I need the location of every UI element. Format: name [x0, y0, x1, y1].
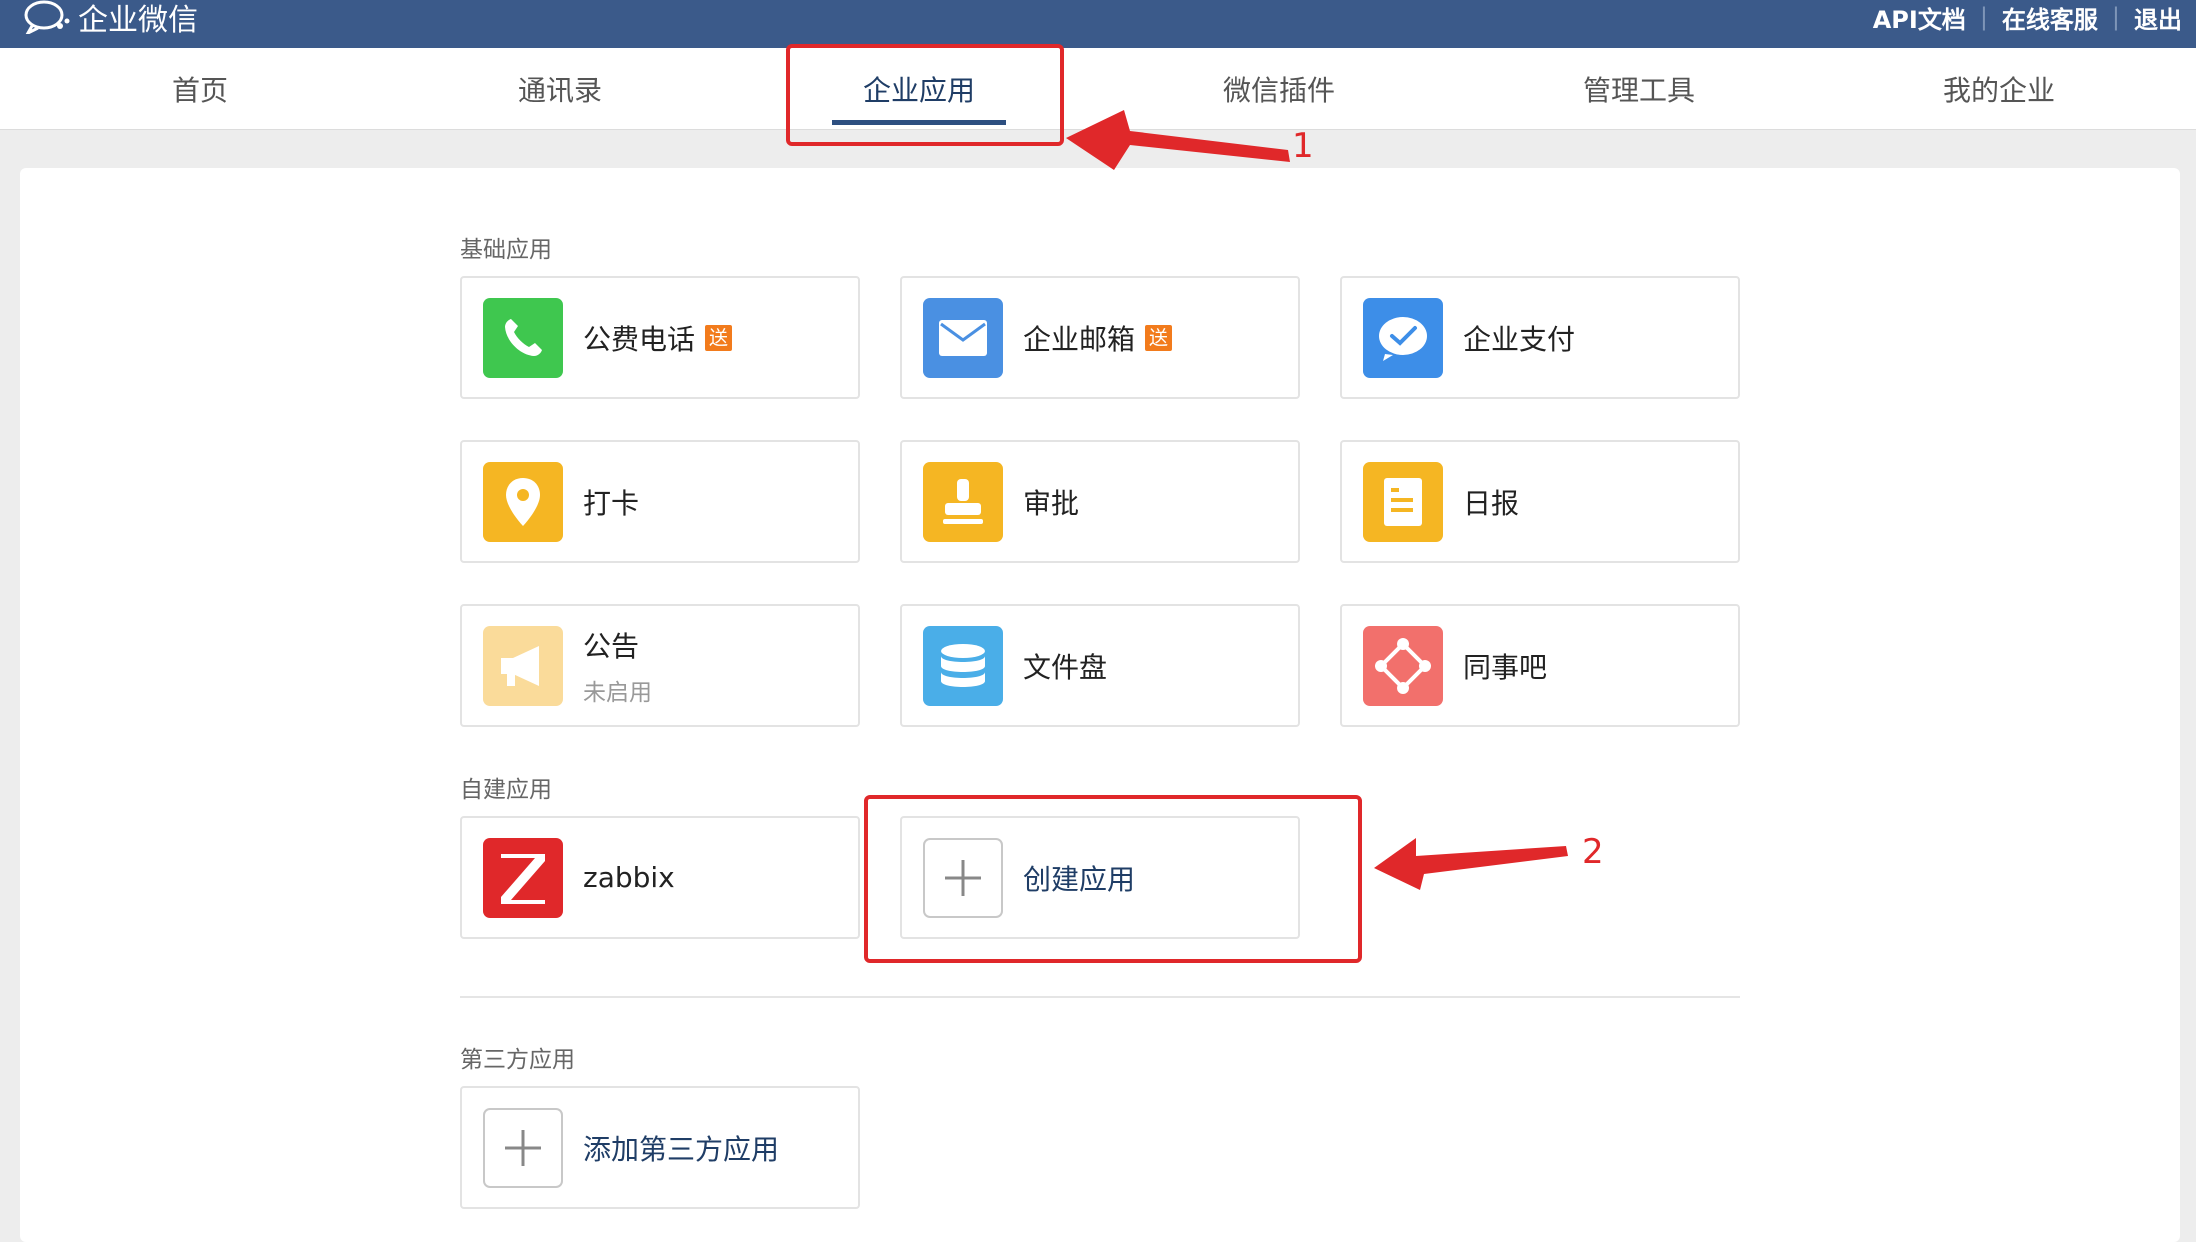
tab-management-tools[interactable]: 管理工具 [1519, 48, 1759, 130]
app-card-colleague-forum[interactable]: 同事吧 [1340, 604, 1740, 727]
app-card-announcement[interactable]: 公告 未启用 [460, 604, 860, 727]
app-card-approval[interactable]: 审批 [900, 440, 1300, 563]
location-pin-icon [483, 461, 563, 542]
top-links: API文档 | 在线客服 | 退出 [1873, 0, 2182, 34]
mail-icon [923, 297, 1003, 378]
app-name: 审批 [1023, 486, 1080, 520]
app-card-zabbix[interactable]: zabbix [460, 816, 860, 939]
chat-bubble-logo-icon [24, 0, 70, 34]
app-name: 企业支付 [1463, 322, 1576, 356]
api-docs-link[interactable]: API文档 [1873, 0, 1966, 35]
app-card-check-in[interactable]: 打卡 [460, 440, 860, 563]
section-divider [460, 996, 1740, 998]
section-title-third-party: 第三方应用 [460, 1047, 575, 1073]
add-third-party-app-button[interactable]: 添加第三方应用 [460, 1086, 860, 1209]
app-name: 公告 [583, 629, 640, 663]
app-name: 企业邮箱 [1023, 322, 1136, 356]
add-third-party-label: 添加第三方应用 [583, 1132, 780, 1166]
phone-icon [483, 297, 563, 378]
app-name: 公费电话 [583, 322, 696, 356]
separator: | [1979, 3, 1988, 31]
app-name: zabbix [583, 861, 675, 894]
tab-home[interactable]: 首页 [80, 48, 320, 130]
gift-badge: 送 [1145, 324, 1173, 351]
app-name: 打卡 [583, 486, 640, 520]
megaphone-icon [483, 625, 563, 706]
logout-link[interactable]: 退出 [2134, 0, 2182, 35]
app-status: 未启用 [583, 679, 652, 706]
app-card-file-drive[interactable]: 文件盘 [900, 604, 1300, 727]
app-card-public-phone[interactable]: 公费电话送 [460, 276, 860, 399]
online-support-link[interactable]: 在线客服 [2002, 0, 2098, 35]
pay-icon [1363, 297, 1443, 378]
tab-my-enterprise[interactable]: 我的企业 [1879, 48, 2119, 130]
network-icon [1363, 625, 1443, 706]
top-bar: 企业微信 API文档 | 在线客服 | 退出 [0, 0, 2196, 48]
app-name: 同事吧 [1463, 650, 1548, 684]
section-title-basic: 基础应用 [460, 237, 552, 263]
plus-icon [483, 1107, 563, 1188]
app-name: 文件盘 [1023, 650, 1108, 684]
separator: | [2111, 3, 2120, 31]
database-icon [923, 625, 1003, 706]
app-card-enterprise-pay[interactable]: 企业支付 [1340, 276, 1740, 399]
report-icon [1363, 461, 1443, 542]
app-title: 企业微信 [78, 3, 198, 38]
tab-contacts[interactable]: 通讯录 [440, 48, 680, 130]
app-logo[interactable]: 企业微信 [22, 0, 198, 38]
annotation-highlight-box-1 [786, 44, 1064, 146]
app-card-daily-report[interactable]: 日报 [1340, 440, 1740, 563]
annotation-highlight-box-2 [864, 795, 1362, 963]
annotation-number-1: 1 [1292, 126, 1314, 166]
main-nav: 首页 通讯录 企业应用 微信插件 管理工具 我的企业 [0, 48, 2196, 130]
annotation-number-2: 2 [1582, 832, 1604, 872]
app-card-enterprise-mail[interactable]: 企业邮箱送 [900, 276, 1300, 399]
stamp-icon [923, 461, 1003, 542]
gift-badge: 送 [705, 324, 733, 351]
app-name: 日报 [1463, 486, 1520, 520]
section-title-custom: 自建应用 [460, 777, 552, 803]
zabbix-icon [483, 837, 563, 918]
tab-wechat-plugins[interactable]: 微信插件 [1159, 48, 1399, 130]
